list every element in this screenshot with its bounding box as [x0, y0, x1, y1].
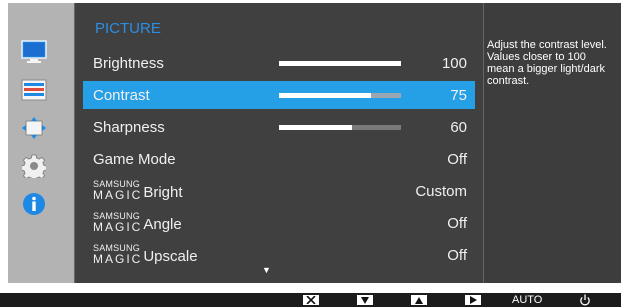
menu-item-magic-upscale[interactable]: SAMSUNG MAGIC Upscale Off	[83, 241, 475, 269]
menu-item-sharpness[interactable]: Sharpness 60	[83, 113, 475, 141]
menu-item-value: Off	[447, 215, 467, 232]
menu-item-magic-angle[interactable]: SAMSUNG MAGIC Angle Off	[83, 209, 475, 237]
enter-button[interactable]	[465, 294, 481, 306]
power-button[interactable]	[579, 294, 591, 306]
menu-item-value: Off	[447, 151, 467, 168]
close-button[interactable]	[303, 294, 319, 306]
information-icon[interactable]	[12, 184, 56, 224]
onscreen-display-icon[interactable]	[12, 70, 56, 110]
auto-label: AUTO	[512, 294, 543, 306]
menu-item-value: 75	[450, 87, 467, 104]
picture-monitor-icon[interactable]	[12, 32, 56, 72]
setup-gear-icon[interactable]	[12, 146, 56, 186]
menu-item-value: 100	[441, 55, 467, 72]
menu-item-game-mode[interactable]: Game Mode Off	[83, 145, 475, 173]
menu-item-contrast[interactable]: Contrast 75	[83, 81, 475, 109]
down-button[interactable]	[357, 294, 373, 306]
menu-item-label: SAMSUNG MAGIC Upscale	[93, 243, 198, 266]
triangle-up-icon	[411, 295, 427, 305]
up-button[interactable]	[411, 294, 427, 306]
samsung-magic-logo: SAMSUNG MAGIC	[93, 243, 143, 266]
monitor-button-bar: AUTO	[0, 293, 621, 307]
samsung-magic-logo: SAMSUNG MAGIC	[93, 179, 143, 202]
picture-menu-panel: PICTURE Brightness 100 Contrast 75 Sharp…	[74, 3, 484, 283]
menu-item-brightness[interactable]: Brightness 100	[83, 49, 475, 77]
brightness-slider[interactable]	[279, 61, 401, 66]
menu-item-label: Game Mode	[93, 151, 176, 168]
slider-fill	[279, 61, 401, 66]
slider-fill	[279, 93, 371, 98]
menu-item-label: SAMSUNG MAGIC Bright	[93, 179, 183, 202]
scroll-down-indicator[interactable]: ▼	[262, 265, 271, 275]
menu-item-value: 60	[450, 119, 467, 136]
auto-button[interactable]: AUTO	[512, 294, 542, 306]
close-icon	[303, 295, 319, 305]
menu-item-label: Contrast	[93, 87, 150, 104]
menu-item-magic-bright[interactable]: SAMSUNG MAGIC Bright Custom	[83, 177, 475, 205]
contrast-slider[interactable]	[279, 93, 401, 98]
samsung-magic-logo: SAMSUNG MAGIC	[93, 211, 143, 234]
help-text: Adjust the contrast level. Values closer…	[487, 39, 607, 87]
menu-item-label: Sharpness	[93, 119, 165, 136]
triangle-down-icon	[357, 295, 373, 305]
help-panel: Adjust the contrast level. Values closer…	[484, 3, 621, 283]
menu-item-label: Brightness	[93, 55, 164, 72]
slider-fill	[279, 125, 353, 130]
menu-item-value: Off	[447, 247, 467, 264]
triangle-right-icon	[465, 295, 481, 305]
menu-item-label: SAMSUNG MAGIC Angle	[93, 211, 182, 234]
menu-item-value: Custom	[415, 183, 467, 200]
menu-title: PICTURE	[95, 20, 161, 37]
sharpness-slider[interactable]	[279, 125, 401, 130]
power-icon	[580, 294, 590, 306]
size-position-icon[interactable]	[12, 108, 56, 148]
